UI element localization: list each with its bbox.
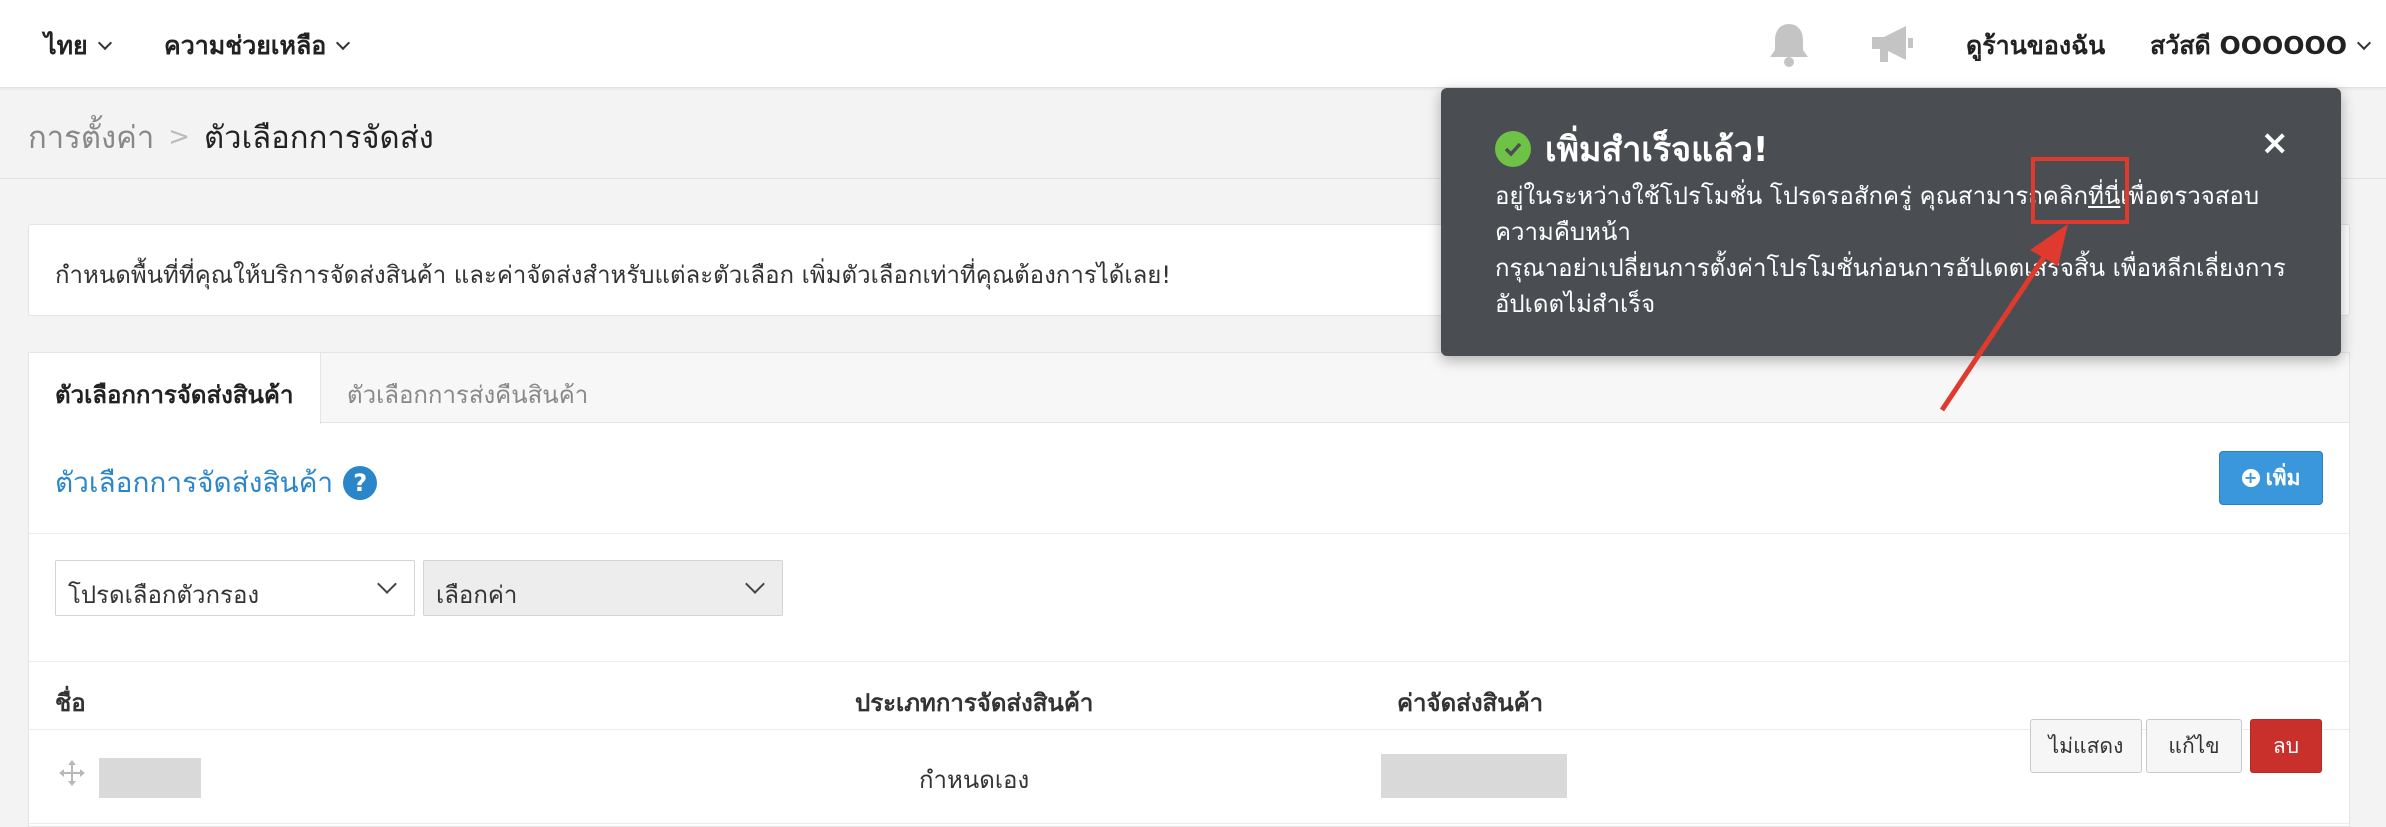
redacted-fee	[1381, 754, 1567, 798]
success-toast: เพิ่มสำเร็จแล้ว! × อยู่ในระหว่างใช้โปรโม…	[1441, 88, 2341, 356]
divider	[29, 823, 2349, 824]
check-circle-icon	[1495, 131, 1531, 167]
tab-shipping-options[interactable]: ตัวเลือกการจัดส่งสินค้า	[29, 353, 321, 424]
megaphone-icon[interactable]	[1866, 20, 1916, 68]
info-text: กำหนดพื้นที่ที่คุณให้บริการจัดส่งสินค้า …	[55, 261, 1171, 289]
shipping-type-cell: กำหนดเอง	[919, 766, 1030, 794]
breadcrumb: การตั้งค่า > ตัวเลือกการจัดส่ง	[28, 112, 434, 162]
close-icon[interactable]: ×	[2261, 126, 2290, 160]
value-select[interactable]: เลือกค่า	[423, 560, 783, 616]
help-menu[interactable]: ความช่วยเหลือ	[164, 26, 351, 66]
toast-title: เพิ่มสำเร็จแล้ว!	[1545, 130, 1769, 170]
greeting-label: สวัสดี OOOOOO	[2150, 31, 2348, 60]
table-row: กำหนดเอง	[29, 730, 2349, 820]
add-button-label: เพิ่ม	[2265, 465, 2301, 490]
chevron-down-icon	[97, 35, 112, 51]
toast-line2: กรุณาอย่าเปลี่ยนการตั้งค่าโปรโมชั่นก่อนก…	[1495, 254, 2286, 318]
delete-button[interactable]: ลบ	[2250, 719, 2322, 773]
toast-message: อยู่ในระหว่างใช้โปรโมชั่น โปรดรอสักครู่ …	[1495, 178, 2295, 322]
filter-select[interactable]: โปรดเลือกตัวกรอง	[55, 560, 415, 616]
language-menu[interactable]: ไทย	[44, 26, 112, 66]
chevron-down-icon	[336, 35, 351, 51]
my-shop-label: ดูร้านของฉัน	[1966, 31, 2106, 60]
section-title: ตัวเลือกการจัดส่งสินค้า	[55, 466, 334, 499]
breadcrumb-separator: >	[168, 122, 191, 152]
filter-select-value: โปรดเลือกตัวกรอง	[68, 581, 260, 609]
shipping-options-panel: ตัวเลือกการจัดส่งสินค้า ตัวเลือกการส่งคื…	[28, 352, 2350, 827]
section-header: ตัวเลือกการจัดส่งสินค้า ?	[55, 461, 378, 505]
help-icon[interactable]: ?	[343, 466, 378, 500]
chevron-down-icon	[2356, 35, 2372, 51]
add-button[interactable]: + เพิ่ม	[2219, 451, 2323, 505]
language-label: ไทย	[44, 31, 88, 60]
value-select-value: เลือกค่า	[436, 581, 518, 609]
annotation-arrow-icon	[1939, 224, 2068, 412]
view-my-shop-link[interactable]: ดูร้านของฉัน	[1966, 26, 2105, 66]
breadcrumb-settings[interactable]: การตั้งค่า	[28, 112, 154, 162]
bell-icon[interactable]	[1766, 20, 1812, 68]
chevron-down-icon	[745, 574, 765, 594]
column-header-shipping-type: ประเภทการจัดส่งสินค้า	[855, 689, 1094, 717]
toast-title-row: เพิ่มสำเร็จแล้ว!	[1495, 122, 1768, 176]
help-label: ความช่วยเหลือ	[164, 31, 327, 60]
column-header-shipping-fee: ค่าจัดส่งสินค้า	[1397, 689, 1544, 717]
divider	[29, 661, 2349, 662]
divider	[29, 533, 2349, 534]
chevron-down-icon	[377, 574, 397, 594]
drag-handle-icon[interactable]	[57, 758, 87, 788]
top-navigation-bar: ไทย ความช่วยเหลือ ดูร้านของฉัน สวัสดี OO…	[0, 0, 2386, 88]
plus-circle-icon: +	[2241, 469, 2260, 487]
page-title: ตัวเลือกการจัดส่ง	[204, 120, 434, 156]
redacted-name	[99, 758, 201, 798]
tab-return-options[interactable]: ตัวเลือกการส่งคืนสินค้า	[321, 353, 614, 424]
toast-line1-before: อยู่ในระหว่างใช้โปรโมชั่น โปรดรอสักครู่ …	[1495, 182, 2089, 210]
column-header-name: ชื่อ	[55, 689, 86, 717]
edit-button[interactable]: แก้ไข	[2146, 719, 2242, 773]
hide-button[interactable]: ไม่แสดง	[2030, 719, 2142, 773]
annotation-highlight-box	[2031, 157, 2129, 224]
user-menu[interactable]: สวัสดี OOOOOO	[2150, 26, 2372, 66]
